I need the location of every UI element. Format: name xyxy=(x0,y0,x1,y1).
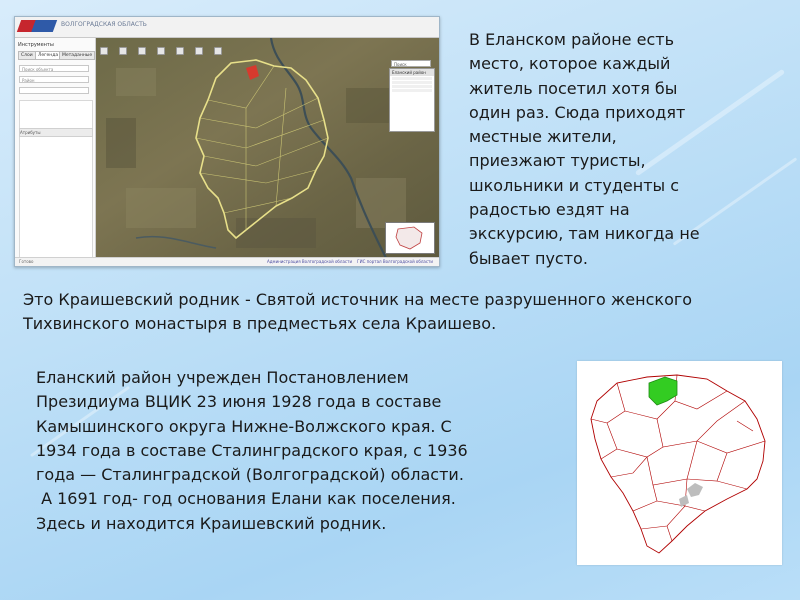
measure-icon[interactable] xyxy=(157,47,165,55)
text-line: А 1691 год- год основания Елани как посе… xyxy=(36,489,456,509)
text-line: Еланский район учрежден Постановлением xyxy=(36,368,409,387)
legend-row xyxy=(392,85,432,88)
footer-link-portal[interactable]: ГИС портал Волгоградской области xyxy=(357,259,433,264)
gis-status-bar: Готово Администрация Волгоградской облас… xyxy=(15,257,439,266)
text-line: Здесь и находится Краишевский родник. xyxy=(36,513,387,533)
text-line: житель посетил хотя бы xyxy=(469,78,678,98)
spring-paragraph: Это Краишевский родник - Святой источник… xyxy=(23,288,793,336)
layers-icon[interactable] xyxy=(214,47,222,55)
volgograd-region-map xyxy=(577,361,782,565)
zoom-in-icon[interactable] xyxy=(100,47,108,55)
overview-map[interactable] xyxy=(385,222,435,254)
status-text: Готово xyxy=(19,259,34,264)
text-line: приезжают туристы, xyxy=(469,151,646,171)
history-paragraph: Еланский район учрежден Постановлением П… xyxy=(36,366,546,536)
text-line: радостью ездят на xyxy=(469,200,630,220)
region-outline xyxy=(590,374,766,554)
legend-row xyxy=(392,81,432,84)
map-legend-popup: Еланский район xyxy=(389,68,435,132)
panel-title: Инструменты xyxy=(18,42,54,48)
attributes-toolbar[interactable]: Атрибуты xyxy=(19,128,93,137)
print-icon[interactable] xyxy=(195,47,203,55)
text-line: Это Краишевский родник - Святой источник… xyxy=(23,290,693,309)
tab-metadata[interactable]: Метаданные xyxy=(59,51,96,60)
district-field[interactable]: Район xyxy=(19,76,89,83)
info-icon[interactable] xyxy=(176,47,184,55)
gis-header: ВОЛГОГРАДСКАЯ ОБЛАСТЬ xyxy=(15,17,439,38)
legend-row xyxy=(392,77,432,80)
text-line: один раз. Сюда приходят xyxy=(469,102,686,122)
intro-paragraph: В Еланском районе есть место, которое ка… xyxy=(469,28,789,271)
region-logo xyxy=(16,20,58,32)
tab-layers[interactable]: Слои xyxy=(18,51,36,60)
text-line: года — Сталинградской (Волгоградской) об… xyxy=(36,465,464,485)
map-toolbar xyxy=(100,40,430,55)
text-line: Камышинского округа Нижне-Волжского края… xyxy=(36,416,452,436)
text-line: В Еланском районе есть xyxy=(469,30,674,49)
gis-side-panel: Инструменты Слои Легенда Метаданные Поис… xyxy=(15,38,96,266)
zoom-out-icon[interactable] xyxy=(119,47,127,55)
footer-link-admin[interactable]: Администрация Волгоградской области xyxy=(267,259,352,264)
filter-field[interactable] xyxy=(19,87,89,94)
legend-title: Еланский район xyxy=(390,69,434,76)
text-line: Тихвинского монастыря в предместьях села… xyxy=(23,314,497,333)
gis-map-screenshot: ВОЛГОГРАДСКАЯ ОБЛАСТЬ Инструменты Слои Л… xyxy=(14,16,440,267)
text-line: Президиума ВЦИК 23 июня 1928 года в сост… xyxy=(36,392,442,412)
tab-legend[interactable]: Легенда xyxy=(35,51,62,60)
text-line: 1934 года в составе Сталинградского края… xyxy=(36,440,468,460)
text-line: экскурсию, там никогда не xyxy=(469,224,700,244)
results-list[interactable] xyxy=(19,100,93,260)
text-line: бывает пусто. xyxy=(469,248,588,268)
map-search-input[interactable]: Поиск xyxy=(391,60,431,67)
text-line: место, которое каждый xyxy=(469,54,671,74)
legend-row xyxy=(392,89,432,92)
gis-header-title: ВОЛГОГРАДСКАЯ ОБЛАСТЬ xyxy=(61,21,147,28)
object-search-field[interactable]: Поиск объекта xyxy=(19,65,89,72)
text-line: школьники и студенты с xyxy=(469,175,680,195)
text-line: местные жители, xyxy=(469,127,617,147)
pan-icon[interactable] xyxy=(138,47,146,55)
satellite-map[interactable]: Поиск Еланский район xyxy=(96,38,439,258)
